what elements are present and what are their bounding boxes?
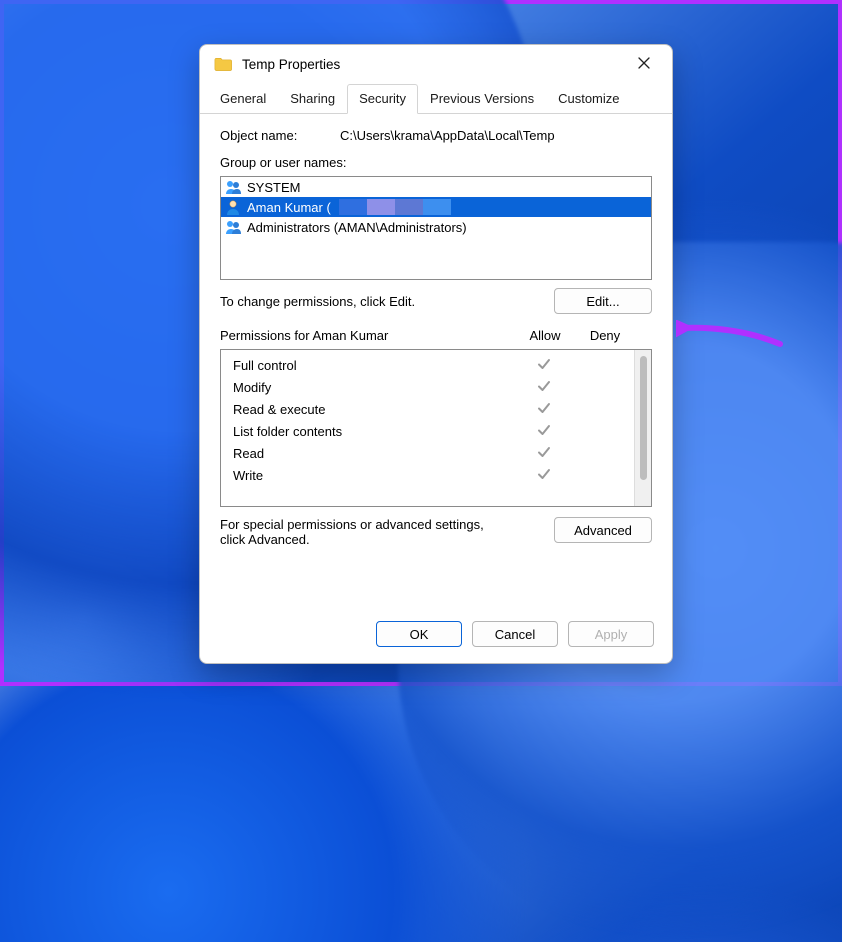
- close-button[interactable]: [622, 49, 666, 79]
- advanced-button[interactable]: Advanced: [554, 517, 652, 543]
- permission-row[interactable]: List folder contents: [233, 420, 634, 442]
- folder-icon: [214, 57, 232, 71]
- principals-listbox[interactable]: SYSTEM Aman Kumar ( Administrators (AMAN…: [220, 176, 652, 280]
- allow-cell: [514, 357, 574, 374]
- edit-button[interactable]: Edit...: [554, 288, 652, 314]
- principal-administrators[interactable]: Administrators (AMAN\Administrators): [221, 217, 651, 237]
- apply-button[interactable]: Apply: [568, 621, 654, 647]
- permission-row[interactable]: Modify: [233, 376, 634, 398]
- permission-name: Modify: [233, 380, 514, 395]
- checkmark-icon: [537, 447, 551, 462]
- allow-cell: [514, 401, 574, 418]
- permission-row[interactable]: Read: [233, 442, 634, 464]
- allow-cell: [514, 445, 574, 462]
- principal-system[interactable]: SYSTEM: [221, 177, 651, 197]
- cancel-button[interactable]: Cancel: [472, 621, 558, 647]
- allow-column-header: Allow: [515, 328, 575, 343]
- properties-dialog: Temp Properties General Sharing Security…: [199, 44, 673, 664]
- titlebar: Temp Properties: [200, 45, 672, 83]
- principal-aman-kumar[interactable]: Aman Kumar (: [221, 197, 651, 217]
- change-permissions-hint: To change permissions, click Edit.: [220, 294, 415, 309]
- dialog-title: Temp Properties: [242, 57, 340, 72]
- scrollbar-thumb[interactable]: [640, 356, 647, 480]
- permission-name: List folder contents: [233, 424, 514, 439]
- group-user-names-label: Group or user names:: [220, 155, 652, 170]
- tab-content: Object name: C:\Users\krama\AppData\Loca…: [200, 114, 672, 609]
- tab-strip: General Sharing Security Previous Versio…: [200, 83, 672, 114]
- principal-label: Aman Kumar (: [247, 200, 331, 215]
- permission-row[interactable]: Write: [233, 464, 634, 486]
- group-icon: [225, 219, 241, 235]
- close-icon: [638, 57, 650, 72]
- tab-general[interactable]: General: [208, 84, 278, 114]
- tab-security[interactable]: Security: [347, 84, 418, 114]
- checkmark-icon: [537, 469, 551, 484]
- tab-previous-versions[interactable]: Previous Versions: [418, 84, 546, 114]
- deny-column-header: Deny: [575, 328, 635, 343]
- checkmark-icon: [537, 359, 551, 374]
- permissions-for-label: Permissions for Aman Kumar: [220, 328, 515, 343]
- annotation-arrow-icon: [676, 320, 786, 359]
- redacted-segment: [339, 199, 451, 215]
- tab-customize[interactable]: Customize: [546, 84, 631, 114]
- scrollbar[interactable]: [634, 350, 651, 506]
- allow-cell: [514, 467, 574, 484]
- permissions-listbox[interactable]: Full control Modify Read & execute List fol…: [220, 349, 652, 507]
- group-icon: [225, 179, 241, 195]
- object-name-value: C:\Users\krama\AppData\Local\Temp: [340, 128, 555, 143]
- principal-label: SYSTEM: [247, 180, 300, 195]
- permission-name: Read & execute: [233, 402, 514, 417]
- advanced-hint: For special permissions or advanced sett…: [220, 517, 510, 547]
- permission-row[interactable]: Read & execute: [233, 398, 634, 420]
- allow-cell: [514, 379, 574, 396]
- permission-row[interactable]: Full control: [233, 354, 634, 376]
- checkmark-icon: [537, 425, 551, 440]
- tab-sharing[interactable]: Sharing: [278, 84, 347, 114]
- checkmark-icon: [537, 403, 551, 418]
- permission-name: Full control: [233, 358, 514, 373]
- dialog-footer: OK Cancel Apply: [200, 609, 672, 663]
- principal-label: Administrators (AMAN\Administrators): [247, 220, 467, 235]
- ok-button[interactable]: OK: [376, 621, 462, 647]
- allow-cell: [514, 423, 574, 440]
- permission-name: Write: [233, 468, 514, 483]
- permission-name: Read: [233, 446, 514, 461]
- object-name-label: Object name:: [220, 128, 340, 143]
- checkmark-icon: [537, 381, 551, 396]
- user-icon: [225, 199, 241, 215]
